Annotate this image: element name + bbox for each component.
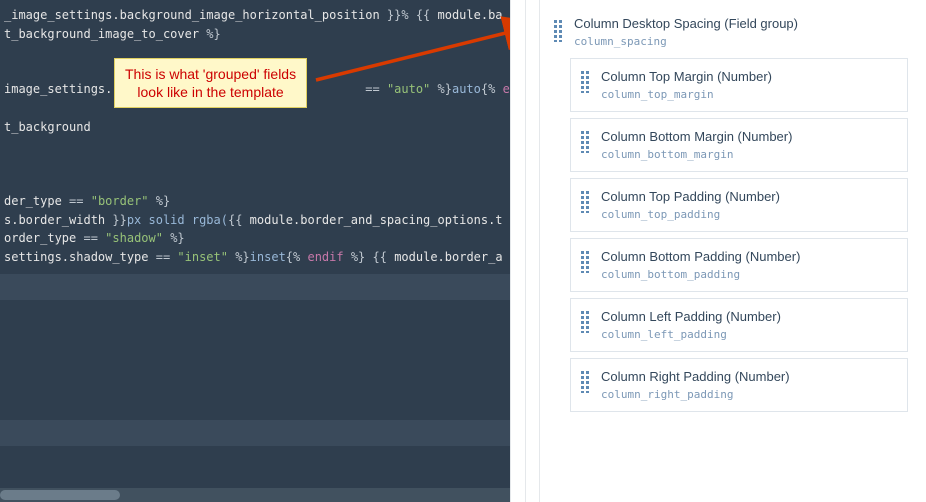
- pane-divider[interactable]: [510, 0, 540, 502]
- field-key: column_top_margin: [601, 88, 772, 101]
- field-title: Column Top Padding (Number): [601, 189, 780, 204]
- field-title: Column Left Padding (Number): [601, 309, 781, 324]
- field-item[interactable]: Column Top Padding (Number) column_top_pa…: [570, 178, 908, 232]
- field-title: Column Right Padding (Number): [601, 369, 790, 384]
- drag-handle-icon[interactable]: [581, 371, 589, 393]
- field-item[interactable]: Column Bottom Padding (Number) column_bot…: [570, 238, 908, 292]
- field-title: Column Top Margin (Number): [601, 69, 772, 84]
- code-line: der_type == "border" %}: [0, 192, 510, 211]
- field-group-header[interactable]: Column Desktop Spacing (Field group) col…: [550, 10, 908, 58]
- field-key: column_bottom_margin: [601, 148, 792, 161]
- field-key: column_left_padding: [601, 328, 781, 341]
- annotation-callout: This is what 'grouped' fields look like …: [114, 58, 307, 108]
- drag-handle-icon[interactable]: [581, 251, 589, 273]
- horizontal-scrollbar[interactable]: [0, 488, 510, 502]
- editor-gap-bar: [0, 420, 510, 446]
- field-key: column_right_padding: [601, 388, 790, 401]
- field-key: column_top_padding: [601, 208, 780, 221]
- field-item[interactable]: Column Left Padding (Number) column_left_…: [570, 298, 908, 352]
- fields-panel: Column Desktop Spacing (Field group) col…: [540, 0, 926, 502]
- drag-handle-icon[interactable]: [554, 20, 562, 42]
- field-title: Column Bottom Padding (Number): [601, 249, 800, 264]
- field-group-title: Column Desktop Spacing (Field group): [574, 16, 798, 31]
- drag-handle-icon[interactable]: [581, 71, 589, 93]
- field-title: Column Bottom Margin (Number): [601, 129, 792, 144]
- field-group-key: column_spacing: [574, 35, 798, 48]
- code-line: t_background_image_to_cover %}: [0, 25, 510, 44]
- code-line: [0, 136, 510, 155]
- code-editor[interactable]: _image_settings.background_image_horizon…: [0, 0, 510, 502]
- drag-handle-icon[interactable]: [581, 131, 589, 153]
- field-item[interactable]: Column Right Padding (Number) column_righ…: [570, 358, 908, 412]
- drag-handle-icon[interactable]: [581, 191, 589, 213]
- code-line: s.border_width }}px solid rgba({{ module…: [0, 211, 510, 230]
- field-item[interactable]: Column Top Margin (Number) column_top_mar…: [570, 58, 908, 112]
- scrollbar-thumb[interactable]: [0, 490, 120, 500]
- code-line: [0, 173, 510, 192]
- code-line: t_background: [0, 118, 510, 137]
- code-line: settings.shadow_type == "inset" %}inset{…: [0, 248, 510, 267]
- field-key: column_bottom_padding: [601, 268, 800, 281]
- code-line: _image_settings.background_image_horizon…: [0, 6, 510, 25]
- field-item[interactable]: Column Bottom Margin (Number) column_bott…: [570, 118, 908, 172]
- code-line: [0, 155, 510, 174]
- code-line: order_type == "shadow" %}: [0, 229, 510, 248]
- drag-handle-icon[interactable]: [581, 311, 589, 333]
- editor-gap-bar: [0, 274, 510, 300]
